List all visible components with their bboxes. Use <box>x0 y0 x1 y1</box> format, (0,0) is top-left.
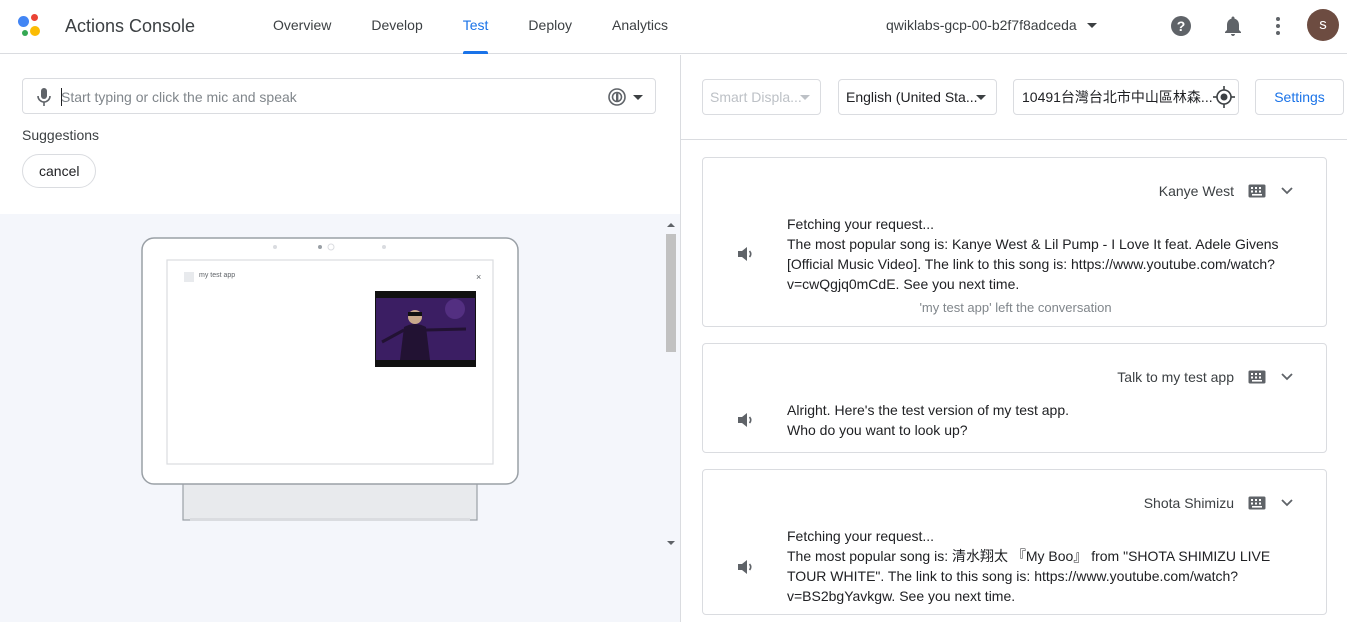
location-field[interactable]: 10491台灣台北市中山區林森... <box>1013 79 1239 115</box>
user-query-text: Kanye West <box>1158 183 1234 199</box>
response-line: Fetching your request... <box>787 528 935 544</box>
assistant-response: Fetching your request... The most popula… <box>787 526 1287 606</box>
chevron-down-icon[interactable] <box>1280 186 1294 196</box>
response-line: Who do you want to look up? <box>787 422 968 438</box>
response-line: v=cwQgjq0mCdE. See you next time. <box>787 276 1020 292</box>
response-line: v=BS2bgYavkgw. See you next time. <box>787 588 1016 604</box>
suggestions-label: Suggestions <box>22 127 100 143</box>
tab-overview[interactable]: Overview <box>253 0 351 54</box>
response-line: Alright. Here's the test version of my t… <box>787 402 1070 418</box>
scroll-up-icon[interactable] <box>664 220 678 230</box>
tab-develop[interactable]: Develop <box>351 0 442 54</box>
simulator-scrollbar[interactable] <box>664 220 678 550</box>
speaker-icon[interactable] <box>736 558 756 576</box>
project-selector[interactable]: qwiklabs-gcp-00-b2f7f8adceda <box>886 17 1097 33</box>
project-name: qwiklabs-gcp-00-b2f7f8adceda <box>886 17 1077 33</box>
query-input-box[interactable] <box>22 78 656 114</box>
mic-icon[interactable] <box>37 88 51 106</box>
scroll-down-icon[interactable] <box>664 538 678 548</box>
user-query-row: Talk to my test app <box>1117 369 1294 385</box>
conversation-card: Shota Shimizu Fetching your request... T… <box>702 469 1327 615</box>
query-input[interactable] <box>61 85 591 109</box>
surface-value: Smart Displa... <box>710 89 802 105</box>
more-vert-icon[interactable] <box>1266 14 1290 38</box>
device-simulator: × my test app <box>0 214 680 622</box>
language-select[interactable]: English (United Sta... <box>838 79 997 115</box>
touch-gesture-icon[interactable] <box>607 87 627 107</box>
user-query-row: Shota Shimizu <box>1144 495 1294 511</box>
response-line: Fetching your request... <box>787 216 935 232</box>
simulator-controls: Smart Displa... English (United Sta... 1… <box>681 55 1347 140</box>
conversation-pane: Smart Displa... English (United Sta... 1… <box>680 55 1347 622</box>
smart-display-preview: × <box>141 237 519 521</box>
chevron-down-icon <box>633 94 643 100</box>
my-location-icon[interactable] <box>1213 86 1235 108</box>
conversation-ended-note: 'my test app' left the conversation <box>919 300 1112 315</box>
chevron-down-icon[interactable] <box>1280 372 1294 382</box>
bell-icon[interactable] <box>1221 14 1245 38</box>
keyboard-icon[interactable] <box>1248 184 1266 198</box>
suggestion-chip-cancel[interactable]: cancel <box>22 154 97 188</box>
response-line: The most popular song is: 清水翔太 『My Boo』 … <box>787 548 1271 564</box>
language-value: English (United Sta... <box>846 89 978 105</box>
close-icon: × <box>476 272 481 282</box>
speaker-icon[interactable] <box>736 245 756 263</box>
tab-analytics[interactable]: Analytics <box>592 0 688 54</box>
user-query-text: Shota Shimizu <box>1143 495 1234 511</box>
svg-text:?: ? <box>1177 18 1186 34</box>
user-query-text: Talk to my test app <box>1117 369 1234 385</box>
google-assistant-logo-icon <box>18 14 46 38</box>
conversation-card: Kanye West Fetching your request... The … <box>702 157 1327 327</box>
preview-app-name: my test app <box>199 272 236 279</box>
response-line: TOUR WHITE". The link to this song is: h… <box>787 568 1239 584</box>
settings-button[interactable]: Settings <box>1255 79 1344 115</box>
assistant-response: Fetching your request... The most popula… <box>787 214 1287 294</box>
chevron-down-icon <box>800 95 810 100</box>
surface-select[interactable]: Smart Displa... <box>702 79 821 115</box>
text-cursor <box>61 88 62 106</box>
avatar[interactable]: s <box>1307 9 1339 41</box>
speaker-icon[interactable] <box>736 411 756 429</box>
user-query-row: Kanye West <box>1159 183 1294 199</box>
scroll-thumb[interactable] <box>666 234 676 352</box>
tab-deploy[interactable]: Deploy <box>508 0 592 54</box>
response-line: [Official Music Video]. The link to this… <box>787 256 1275 272</box>
conversation-card: Talk to my test app Alright. Here's the … <box>702 343 1327 453</box>
main-nav: Overview Develop Test Deploy Analytics <box>253 0 688 54</box>
keyboard-icon[interactable] <box>1248 370 1266 384</box>
app-title: Actions Console <box>65 16 196 36</box>
keyboard-icon[interactable] <box>1248 496 1266 510</box>
chevron-down-icon <box>1086 22 1097 28</box>
chevron-down-icon <box>976 95 986 100</box>
test-input-pane: Suggestions cancel × <box>0 55 680 622</box>
tab-test[interactable]: Test <box>443 0 509 54</box>
chevron-down-icon[interactable] <box>1280 498 1294 508</box>
location-value: 10491台灣台北市中山區林森... <box>1022 89 1213 105</box>
response-line: The most popular song is: Kanye West & L… <box>787 236 1279 252</box>
help-icon[interactable]: ? <box>1169 14 1193 38</box>
assistant-response: Alright. Here's the test version of my t… <box>787 400 1287 440</box>
input-mode-selector[interactable] <box>607 87 643 107</box>
top-app-bar: Actions Console Overview Develop Test De… <box>0 0 1347 54</box>
